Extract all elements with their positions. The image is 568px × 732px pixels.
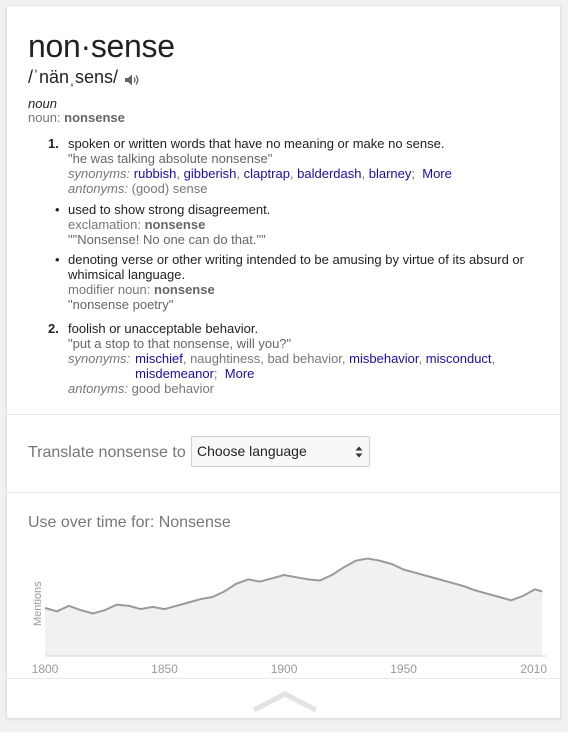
speaker-icon[interactable] [124, 71, 140, 85]
part-of-speech: noun [28, 96, 57, 111]
sense-1-antonyms: antonyms: (good) sense [68, 181, 548, 196]
subsense-2-label-word: nonsense [154, 282, 215, 297]
subsense-1-label-word: nonsense [144, 217, 206, 232]
synonym-text: bad behavior [267, 351, 342, 366]
subsense-1: used to show strong disagreement. exclam… [68, 202, 548, 247]
dictionary-card: non·sense /ˈnänˌsens/ noun noun: nonsens… [6, 5, 561, 719]
x-tick-label: 1800 [32, 662, 59, 676]
sense-2-synonyms: synonyms: mischief, naughtiness, bad beh… [68, 351, 548, 381]
translate-label: Translate nonsense to [28, 444, 186, 461]
more-synonyms-link[interactable]: More [422, 166, 452, 181]
subsense-1-definition: used to show strong disagreement. [68, 202, 271, 217]
noun-label: noun: nonsense [28, 110, 125, 125]
sense-1-example: "he was talking absolute nonsense" [68, 151, 273, 166]
sense-1-definition: spoken or written words that have no mea… [68, 136, 445, 151]
antonyms-label: antonyms: [68, 181, 128, 196]
more-synonyms-link[interactable]: More [225, 366, 255, 381]
sense-1: spoken or written words that have no mea… [68, 136, 548, 196]
sense-2: foolish or unacceptable behavior. "put a… [68, 321, 548, 396]
chevron-up-icon[interactable] [252, 690, 318, 712]
noun-label-word: nonsense [64, 110, 125, 125]
synonym-link[interactable]: claptrap [244, 166, 290, 181]
synonym-link[interactable]: misdemeanor [135, 366, 214, 381]
x-tick-label: 1850 [151, 662, 178, 676]
noun-label-prefix: noun: [28, 110, 61, 125]
select-arrows-icon [355, 446, 363, 458]
pronunciation: /ˈnänˌsens/ [28, 67, 119, 87]
sense-2-example: "put a stop to that nonsense, will you?" [68, 336, 292, 351]
synonym-link[interactable]: mischief [135, 351, 183, 366]
headword: non·sense [28, 28, 175, 64]
synonym-text: naughtiness [190, 351, 261, 366]
antonyms-value: (good) sense [131, 181, 208, 196]
y-axis-label: Mentions [32, 581, 44, 626]
language-select[interactable]: Choose language [191, 436, 370, 467]
bullet-2: • [55, 252, 60, 267]
subsense-2-example: "nonsense poetry" [68, 297, 174, 312]
synonym-link[interactable]: balderdash [297, 166, 361, 181]
subsense-1-label-prefix: exclamation: [68, 217, 141, 232]
x-tick-label: 1950 [390, 662, 417, 676]
usage-area [45, 558, 543, 656]
synonym-link[interactable]: misbehavior [349, 351, 418, 366]
language-select-value: Choose language [197, 443, 307, 459]
sense-2-definition: foolish or unacceptable behavior. [68, 321, 259, 336]
divider [7, 678, 560, 679]
subsense-2: denoting verse or other writing intended… [68, 252, 548, 312]
subsense-1-label: exclamation: nonsense [68, 217, 548, 232]
x-tick-label: 1900 [271, 662, 298, 676]
synonyms-label: synonyms: [68, 351, 131, 366]
synonym-link[interactable]: misconduct [426, 351, 492, 366]
divider [7, 492, 560, 493]
antonyms-label: antonyms: [68, 381, 128, 396]
subsense-2-label-prefix: modifier noun: [68, 282, 151, 297]
usage-chart: Mentions 1800 1850 1900 1950 2010 [32, 557, 547, 676]
synonym-link[interactable]: rubbish [134, 166, 177, 181]
sense-2-antonyms: antonyms: good behavior [68, 381, 548, 396]
subsense-2-label: modifier noun: nonsense [68, 282, 548, 297]
subsense-2-definition-line2: whimsical language. [68, 267, 186, 282]
divider [7, 414, 560, 415]
synonym-link[interactable]: gibberish [184, 166, 237, 181]
bullet-1: • [55, 202, 60, 217]
usage-title: Use over time for: Nonsense [28, 514, 231, 531]
x-tick-label: 2010 [520, 662, 547, 676]
sense-number-2: 2. [48, 321, 59, 336]
subsense-2-definition-line1: denoting verse or other writing intended… [68, 252, 524, 267]
synonym-link[interactable]: blarney [369, 166, 412, 181]
sense-1-synonyms: synonyms: rubbish, gibberish, claptrap, … [68, 166, 452, 181]
pronunciation-row: /ˈnänˌsens/ [28, 67, 140, 88]
sense-number-1: 1. [48, 136, 59, 151]
synonyms-label: synonyms: [68, 166, 131, 181]
sense-2-synonym-list: mischief, naughtiness, bad behavior, mis… [135, 351, 496, 381]
antonyms-value: good behavior [131, 381, 215, 396]
subsense-1-example: ""Nonsense! No one can do that."" [68, 232, 266, 247]
